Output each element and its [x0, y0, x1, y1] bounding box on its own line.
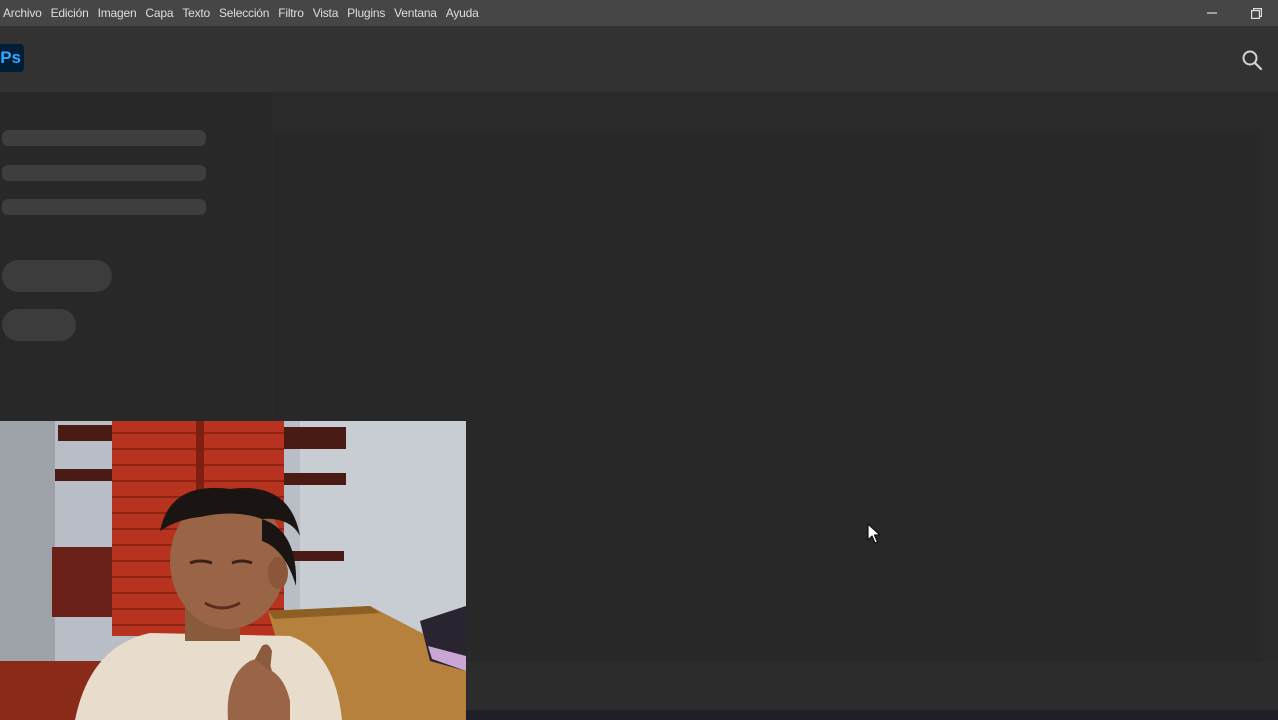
menu-edicion[interactable]: Edición: [51, 6, 89, 20]
skeleton-button: [2, 309, 76, 341]
menu-archivo[interactable]: Archivo: [3, 6, 42, 20]
photoshop-logo[interactable]: Ps: [0, 44, 24, 72]
search-button[interactable]: [1240, 48, 1264, 72]
skeleton-line: [2, 199, 206, 215]
menu-bar: Archivo Edición Imagen Capa Texto Selecc…: [0, 0, 1278, 26]
taskbar-peek: [466, 710, 1278, 720]
webcam-video: [0, 421, 466, 720]
restore-button[interactable]: [1234, 0, 1278, 26]
menu-seleccion[interactable]: Selección: [219, 6, 269, 20]
app-header: Ps: [0, 26, 1278, 92]
menu-imagen[interactable]: Imagen: [98, 6, 137, 20]
skeleton-line: [2, 165, 206, 181]
pointer-arrow-icon: [867, 523, 881, 544]
menu-filtro[interactable]: Filtro: [278, 6, 304, 20]
minimize-button[interactable]: [1190, 0, 1234, 26]
menu-texto[interactable]: Texto: [182, 6, 210, 20]
skeleton-button: [2, 260, 112, 292]
restore-icon: [1250, 7, 1262, 19]
logo-text: Ps: [0, 48, 21, 67]
window-controls: [1190, 0, 1278, 26]
menu-capa[interactable]: Capa: [145, 6, 173, 20]
menu-plugins[interactable]: Plugins: [347, 6, 385, 20]
webcam-overlay: [0, 421, 466, 720]
skeleton-line: [2, 130, 206, 146]
menu-vista[interactable]: Vista: [313, 6, 339, 20]
search-icon: [1242, 50, 1263, 71]
minimize-icon: [1207, 12, 1217, 14]
menu-ayuda[interactable]: Ayuda: [446, 6, 479, 20]
menu-items: Archivo Edición Imagen Capa Texto Selecc…: [0, 0, 488, 26]
menu-ventana[interactable]: Ventana: [394, 6, 437, 20]
